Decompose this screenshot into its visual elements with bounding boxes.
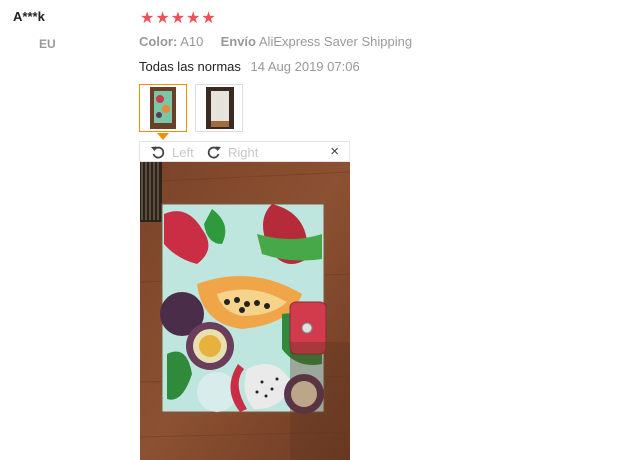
image-viewer: Left Right × [139, 141, 350, 460]
review-date: 14 Aug 2019 07:06 [250, 59, 360, 74]
rotate-left-label: Left [172, 144, 194, 160]
shipping-value: AliExpress Saver Shipping [258, 34, 413, 49]
close-icon[interactable]: × [330, 143, 339, 160]
review-feedback: Todas las normas 14 Aug 2019 07:06 [139, 59, 360, 74]
review-photo [140, 162, 350, 460]
thumbnail-2-image [206, 87, 234, 129]
thumbnail-1-image [150, 87, 176, 129]
rotate-right-icon [207, 146, 221, 159]
rotate-right-button[interactable]: Right [206, 144, 258, 160]
rotate-right-label: Right [228, 144, 259, 160]
star-rating: ★★★★★ [140, 10, 217, 27]
review-photo-image [140, 162, 350, 460]
thumbnail-2[interactable] [195, 84, 243, 132]
reviewer-country: EU [39, 37, 56, 51]
review-text: Todas las normas [139, 59, 241, 74]
color-value: A10 [180, 34, 204, 49]
shipping-label: Envío [220, 34, 256, 49]
thumbnail-1[interactable] [139, 84, 187, 132]
rotate-left-button[interactable]: Left [150, 144, 194, 160]
selected-thumbnail-pointer [157, 133, 169, 140]
reviewer-name: A***k [13, 9, 45, 24]
order-meta: Color: A10 Envío AliExpress Saver Shippi… [139, 34, 412, 49]
viewer-toolbar: Left Right × [139, 141, 350, 162]
color-label: Color: [139, 34, 178, 49]
rotate-left-icon [151, 146, 165, 159]
